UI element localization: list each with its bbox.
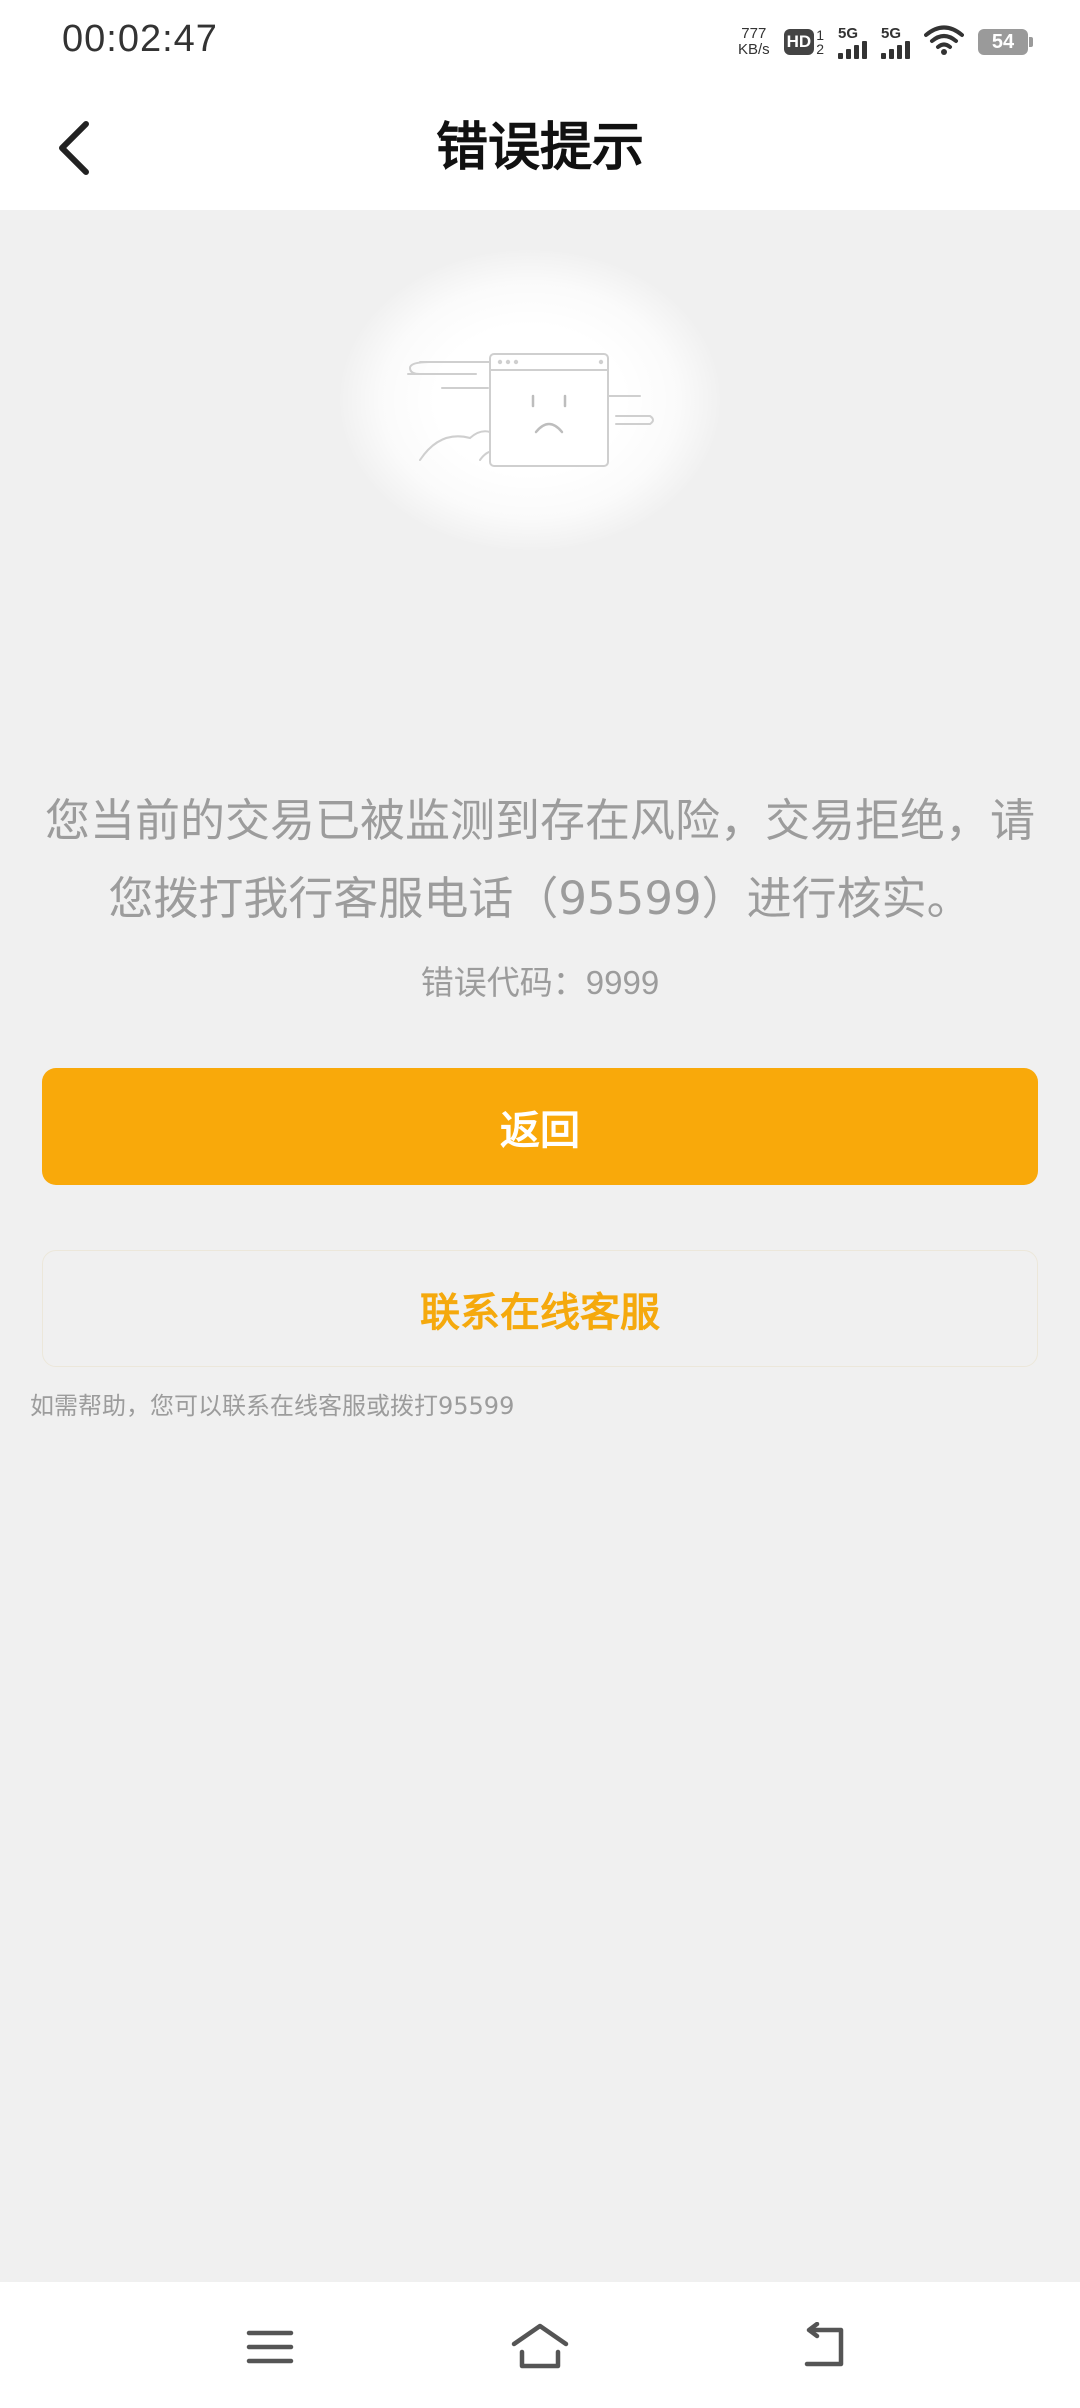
navigation-bar: 错误提示 (0, 86, 1080, 210)
battery-icon: 54 (978, 29, 1033, 55)
sim2-network-label: 5G (881, 24, 902, 42)
home-icon (511, 2323, 569, 2369)
menu-button[interactable] (235, 2312, 305, 2382)
status-time: 00:02:47 (62, 18, 218, 60)
network-speed-value: 777 (741, 25, 767, 42)
return-button[interactable]: 返回 (42, 1068, 1038, 1185)
contact-online-service-button[interactable]: 联系在线客服 (42, 1250, 1038, 1367)
return-button-label: 返回 (500, 1107, 580, 1154)
signal-bars-sim1 (838, 40, 867, 59)
page-title: 错误提示 (435, 118, 644, 178)
signal-icon-sim2: 5G (881, 26, 910, 59)
hd-sub: 1 2 (816, 28, 824, 56)
signal-bars-sim2 (881, 40, 910, 59)
error-code: 错误代码：9999 (0, 958, 1080, 1008)
error-code-value: 9999 (585, 964, 660, 1001)
hd-sub-bottom: 2 (816, 41, 824, 57)
sim1-network-label: 5G (838, 24, 859, 42)
battery-level: 54 (991, 30, 1015, 53)
network-speed-unit: KB/s (737, 41, 770, 58)
network-speed: 777 KB/s (738, 26, 770, 58)
menu-icon (246, 2330, 294, 2364)
hd-label: HD (783, 29, 815, 55)
home-button[interactable] (505, 2312, 575, 2382)
hd-icon: HD 1 2 (783, 28, 824, 56)
error-message: 您当前的交易已被监测到存在风险，交易拒绝，请您拨打我行客服电话（95599）进行… (44, 794, 1035, 925)
status-icons: 777 KB/s HD 1 2 5G 5G 54 (738, 20, 1033, 64)
help-text: 如需帮助，您可以联系在线客服或拨打95599 (30, 1392, 515, 1420)
error-illustration (340, 250, 720, 550)
sad-browser-window-illustration (407, 353, 654, 467)
wifi-icon (924, 24, 964, 60)
error-code-label: 错误代码： (420, 963, 586, 1002)
contact-online-service-label: 联系在线客服 (420, 1289, 660, 1336)
system-back-button[interactable] (790, 2312, 860, 2382)
status-bar: 00:02:47 777 KB/s HD 1 2 5G 5G 54 (0, 0, 1080, 86)
system-navigation-bar (0, 2282, 1080, 2408)
back-arrow-icon (804, 2322, 844, 2367)
signal-icon-sim1: 5G (838, 26, 867, 59)
hd-sub-top: 1 (816, 27, 824, 43)
